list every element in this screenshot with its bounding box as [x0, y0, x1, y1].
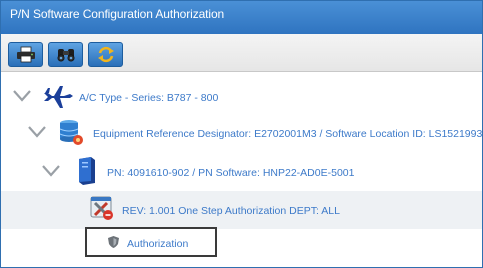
- tree-node-label[interactable]: PN: 4091610-902 / PN Software: HNP22-AD0…: [107, 167, 354, 179]
- chevron-down-icon[interactable]: [13, 90, 31, 102]
- device-icon: [79, 157, 95, 185]
- refresh-icon: [98, 46, 114, 63]
- binoculars-icon: [57, 49, 75, 62]
- tree-node-label[interactable]: A/C Type - Series: B787 - 800: [79, 92, 218, 104]
- database-icon: [59, 120, 83, 145]
- tree-node-part-number[interactable]: PN: 4091610-902 / PN Software: HNP22-AD0…: [1, 154, 482, 192]
- configuration-tree: A/C Type - Series: B787 - 800 Equipment …: [1, 73, 482, 268]
- tree-node-label[interactable]: Equipment Reference Designator: E2702001…: [93, 128, 482, 140]
- authorization-label[interactable]: Authorization: [127, 238, 188, 250]
- shield-icon: [108, 236, 119, 248]
- chevron-down-icon[interactable]: [42, 165, 60, 177]
- refresh-button[interactable]: [88, 42, 123, 67]
- tree-node-label[interactable]: REV: 1.001 One Step Authorization DEPT: …: [122, 205, 340, 217]
- tree-node-aircraft-type[interactable]: A/C Type - Series: B787 - 800: [1, 79, 482, 117]
- window-title: P/N Software Configuration Authorization: [1, 1, 482, 34]
- printer-icon: [17, 46, 35, 63]
- configuration-window: P/N Software Configuration Authorization: [0, 0, 483, 268]
- print-button[interactable]: [8, 42, 43, 67]
- authorization-item[interactable]: Authorization: [85, 227, 217, 257]
- tree-node-equipment[interactable]: Equipment Reference Designator: E2702001…: [1, 115, 482, 153]
- tree-node-revision[interactable]: REV: 1.001 One Step Authorization DEPT: …: [1, 191, 482, 229]
- find-button[interactable]: [48, 42, 83, 67]
- tools-icon: [90, 196, 113, 220]
- airplane-icon: [44, 86, 73, 108]
- toolbar: [1, 34, 482, 72]
- chevron-down-icon[interactable]: [28, 126, 46, 138]
